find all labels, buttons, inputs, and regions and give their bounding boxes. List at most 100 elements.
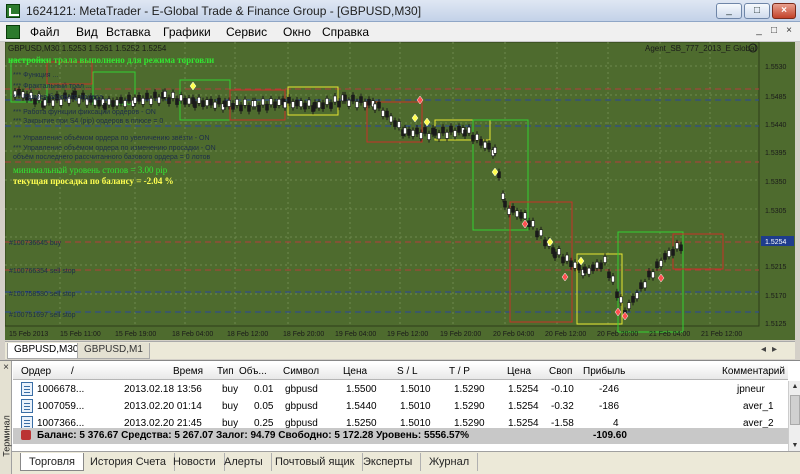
chart-window-icon[interactable] bbox=[6, 25, 20, 39]
table-row[interactable]: 1006678... 2013.02.18 13:56 buy 0.01 gbp… bbox=[13, 381, 788, 398]
column-header-comment[interactable]: Комментарий bbox=[722, 366, 785, 377]
candle-body bbox=[631, 296, 635, 303]
scroll-thumb[interactable] bbox=[790, 395, 800, 425]
price-label: 1.5530 bbox=[765, 64, 787, 71]
time-label: 20 Feb 12:00 bbox=[545, 331, 586, 338]
candle-body bbox=[171, 92, 175, 99]
column-header-time[interactable]: Время bbox=[173, 366, 203, 377]
tab-experts[interactable]: Эксперты bbox=[355, 453, 422, 471]
time-label: 15 Feb 19:00 bbox=[115, 331, 156, 338]
overlay-line: *** Работа функции фиксации ордеров - ON bbox=[13, 108, 156, 116]
tab-journal[interactable]: Журнал bbox=[421, 453, 479, 471]
candle-body bbox=[115, 99, 119, 107]
candle-body bbox=[381, 110, 385, 117]
menu-insert[interactable]: Вставка bbox=[106, 25, 151, 39]
column-header-profit[interactable]: Прибыль bbox=[583, 366, 625, 377]
candle-body bbox=[611, 275, 615, 283]
candle-body bbox=[591, 264, 595, 272]
maximize-button[interactable]: □ bbox=[744, 3, 770, 19]
column-header-volume[interactable]: Объ... bbox=[239, 366, 267, 377]
title-bar: 1624121: MetaTrader - E-Global Trade & F… bbox=[0, 0, 800, 22]
candle-body bbox=[257, 105, 261, 112]
candle-body bbox=[437, 132, 441, 140]
candle-body bbox=[415, 127, 419, 135]
candle-body bbox=[343, 94, 347, 102]
candle-body bbox=[535, 230, 539, 238]
tab-trade[interactable]: Торговля bbox=[20, 453, 84, 471]
column-header-order[interactable]: Ордер bbox=[21, 366, 51, 377]
candle-body bbox=[479, 139, 483, 146]
column-header-current-price[interactable]: Цена bbox=[507, 366, 531, 377]
column-header-symbol[interactable]: Символ bbox=[283, 366, 319, 377]
chart-window[interactable]: GBPUSD,M30 1.5253 1.5261 1.5252 1.5254 A… bbox=[5, 42, 795, 340]
mdi-close-button[interactable]: × bbox=[782, 25, 796, 39]
terminal-scrollbar[interactable]: ▲ ▼ bbox=[788, 381, 800, 453]
candle-body bbox=[149, 98, 153, 105]
candle-body bbox=[137, 95, 141, 102]
column-header-price[interactable]: Цена bbox=[343, 366, 367, 377]
order-line-label: #100766354 sell stop bbox=[9, 268, 76, 275]
candle-body bbox=[217, 97, 221, 105]
order-id: 1007059... bbox=[37, 401, 85, 412]
candle-body bbox=[123, 100, 127, 107]
menu-tools[interactable]: Сервис bbox=[226, 25, 267, 39]
candle-body bbox=[565, 254, 569, 262]
overlay-line: *** Управление объёмом ордера по увеличе… bbox=[13, 134, 210, 142]
sort-indicator[interactable]: / bbox=[71, 366, 74, 377]
mdi-minimize-button[interactable]: _ bbox=[752, 25, 766, 39]
scroll-up-icon[interactable]: ▲ bbox=[790, 382, 800, 392]
close-icon[interactable]: × bbox=[1, 363, 11, 373]
order-tp: 1.5290 bbox=[454, 401, 485, 412]
menu-window[interactable]: Окно bbox=[283, 25, 311, 39]
tab-scroll-arrows[interactable]: ◂▸ bbox=[761, 344, 783, 355]
candle-body bbox=[445, 132, 449, 139]
chart-tab-gbpusd-m1[interactable]: GBPUSD,M1 bbox=[77, 343, 150, 359]
tab-mailbox[interactable]: Почтовый ящик bbox=[267, 453, 364, 471]
order-line-label: #100736645 buy bbox=[9, 240, 62, 247]
minimize-button[interactable]: _ bbox=[716, 3, 742, 19]
order-comment: aver_1 bbox=[743, 401, 774, 412]
candle-body bbox=[427, 133, 431, 140]
table-row[interactable]: 1007059... 2013.02.20 01:14 buy 0.05 gbp… bbox=[13, 398, 788, 415]
overlay-line: объём последнего рассчитанного базового … bbox=[13, 153, 211, 161]
tab-alerts[interactable]: Алерты bbox=[216, 453, 272, 471]
menu-charts[interactable]: Графики bbox=[163, 25, 211, 39]
chart-tab-gbpusd-m30[interactable]: GBPUSD,M30 bbox=[7, 343, 86, 359]
candle-body bbox=[325, 98, 329, 105]
order-price: 1.5440 bbox=[346, 401, 377, 412]
price-chart[interactable]: GBPUSD,M30 1.5253 1.5261 1.5252 1.5254 A… bbox=[5, 42, 795, 340]
mdi-restore-button[interactable]: □ bbox=[767, 25, 781, 39]
candle-body bbox=[119, 97, 123, 104]
candle-body bbox=[295, 99, 299, 107]
candle-body bbox=[515, 210, 519, 218]
column-header-swap[interactable]: Своп bbox=[549, 366, 572, 377]
column-header-tp[interactable]: T / P bbox=[449, 366, 470, 377]
time-axis: 15 Feb 2013 15 Feb 11:00 15 Feb 19:00 18 Fe… bbox=[9, 331, 742, 338]
candle-body bbox=[223, 100, 227, 108]
order-sl: 1.5010 bbox=[400, 401, 431, 412]
candle-body bbox=[503, 200, 507, 208]
terminal-tabs: Торговля История Счета Новости Алерты По… bbox=[12, 451, 800, 474]
menu-file[interactable]: Файл bbox=[30, 25, 60, 39]
candle-body bbox=[157, 96, 161, 104]
candle-body bbox=[453, 130, 457, 137]
price-label: 1.5440 bbox=[765, 122, 787, 129]
time-label: 21 Feb 04:00 bbox=[649, 331, 690, 338]
scroll-down-icon[interactable]: ▼ bbox=[790, 441, 800, 451]
time-label: 18 Feb 12:00 bbox=[227, 331, 268, 338]
time-label: 19 Feb 12:00 bbox=[387, 331, 428, 338]
menu-help[interactable]: Справка bbox=[322, 25, 369, 39]
order-comment: jpneur bbox=[737, 384, 765, 395]
candle-body bbox=[205, 99, 209, 107]
order-line-label: #100751697 sell stop bbox=[9, 312, 76, 319]
column-header-type[interactable]: Тип bbox=[217, 366, 234, 377]
menu-view[interactable]: Вид bbox=[76, 25, 98, 39]
candle-body bbox=[557, 248, 561, 256]
overlay-line: текущая просадка по балансу = -2.04 % bbox=[13, 176, 174, 186]
tab-account-history[interactable]: История Счета bbox=[82, 453, 176, 471]
chart-background bbox=[5, 42, 795, 340]
order-icon bbox=[21, 382, 33, 396]
column-header-sl[interactable]: S / L bbox=[397, 366, 418, 377]
close-button[interactable]: × bbox=[772, 3, 796, 19]
overlay-line: *** Размер базового ордера ... bbox=[13, 93, 111, 101]
